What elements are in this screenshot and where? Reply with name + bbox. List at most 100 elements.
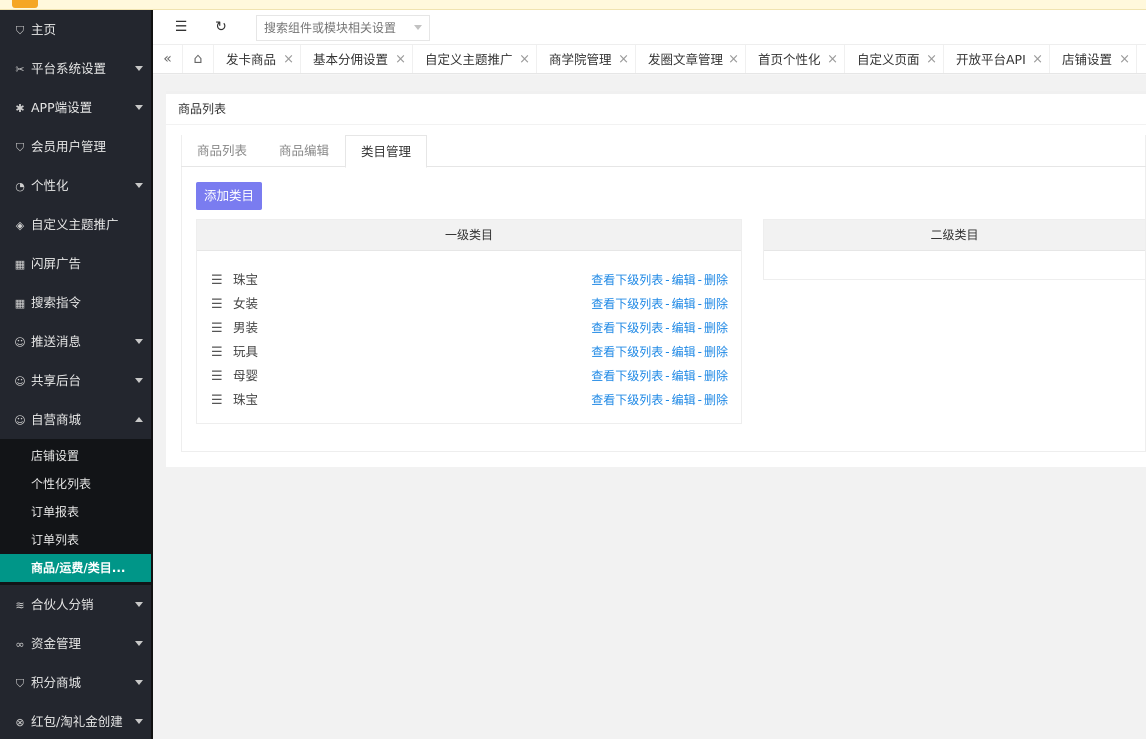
sidebar-subitem[interactable]: 订单列表 bbox=[0, 526, 151, 554]
edit-link[interactable]: 编辑 bbox=[672, 273, 696, 287]
tab-label: 店铺设置 bbox=[1062, 52, 1113, 67]
tab[interactable]: 开放平台API × bbox=[944, 45, 1050, 73]
drag-handle-icon[interactable]: ☰ bbox=[211, 365, 223, 389]
tab[interactable]: 商学院管理 × bbox=[537, 45, 636, 73]
view-children-link[interactable]: 查看下级列表 bbox=[591, 393, 663, 407]
delete-link[interactable]: 删除 bbox=[704, 273, 728, 287]
category-row: ☰ 珠宝 查看下级列表 - 编辑 - 删除 bbox=[197, 268, 741, 292]
sidebar-subitem[interactable]: 个性化列表 bbox=[0, 470, 151, 498]
separator: - bbox=[665, 345, 670, 359]
separator: - bbox=[697, 273, 702, 287]
edit-link[interactable]: 编辑 bbox=[672, 321, 696, 335]
edit-link[interactable]: 编辑 bbox=[672, 345, 696, 359]
sidebar-subitem[interactable]: 订单报表 bbox=[0, 498, 151, 526]
drag-handle-icon[interactable]: ☰ bbox=[211, 389, 223, 413]
sidebar-item-label: 搜索指令 bbox=[31, 295, 82, 310]
tab[interactable]: 店铺设置 × bbox=[1050, 45, 1137, 73]
tab[interactable]: 自定义主题推广 × bbox=[413, 45, 537, 73]
tab-label: 自定义主题推广 bbox=[425, 52, 513, 67]
double-chevron-left-icon[interactable]: « bbox=[153, 45, 183, 73]
separator: - bbox=[665, 393, 670, 407]
category-list: ☰ 珠宝 查看下级列表 - 编辑 - 删除 ☰ 女装 查看下级列表 - 编辑 - 删除 ☰ 男装 查看下级列表 -… bbox=[197, 251, 741, 412]
category-row: ☰ 珠宝 查看下级列表 - 编辑 - 删除 bbox=[197, 388, 741, 412]
drag-handle-icon[interactable]: ☰ bbox=[211, 269, 223, 293]
sidebar-item[interactable]: ✂ 平台系统设置 bbox=[0, 49, 151, 88]
delete-link[interactable]: 删除 bbox=[704, 369, 728, 383]
view-children-link[interactable]: 查看下级列表 bbox=[591, 345, 663, 359]
sidebar-item[interactable]: ▦ 搜索指令 bbox=[0, 283, 151, 322]
tab[interactable]: 发卡商品 × bbox=[214, 45, 301, 73]
sidebar-item[interactable]: ⛉ 主页 bbox=[0, 10, 151, 49]
tab-label: 基本分佣设置 bbox=[313, 52, 389, 67]
delete-link[interactable]: 删除 bbox=[704, 297, 728, 311]
sidebar-item[interactable]: ☺ 自营商城 bbox=[0, 400, 151, 439]
tab-label: 发圈文章管理 bbox=[648, 52, 724, 67]
sidebar-subitem[interactable]: 商品/运费/类目... bbox=[0, 554, 151, 582]
sidebar-item[interactable]: ≋ 合伙人分销 bbox=[0, 585, 151, 624]
view-children-link[interactable]: 查看下级列表 bbox=[591, 273, 663, 287]
sidebar-item-label: 自定义主题推广 bbox=[31, 217, 119, 232]
tab[interactable]: 发圈文章管理 × bbox=[636, 45, 746, 73]
close-icon[interactable]: × bbox=[1119, 45, 1130, 73]
edit-link[interactable]: 编辑 bbox=[672, 393, 696, 407]
sidebar-item[interactable]: ⛉ 积分商城 bbox=[0, 663, 151, 702]
drag-handle-icon[interactable]: ☰ bbox=[211, 293, 223, 317]
category-name: 玩具 bbox=[233, 344, 259, 359]
sidebar-item[interactable]: ☺ 推送消息 bbox=[0, 322, 151, 361]
sidebar-item[interactable]: ∞ 资金管理 bbox=[0, 624, 151, 663]
subtab[interactable]: 商品列表 bbox=[181, 135, 263, 167]
close-icon[interactable]: × bbox=[827, 45, 838, 73]
sidebar-item[interactable]: ◈ 自定义主题推广 bbox=[0, 205, 151, 244]
delete-link[interactable]: 删除 bbox=[704, 393, 728, 407]
drag-handle-icon[interactable]: ☰ bbox=[211, 341, 223, 365]
tab-label: 商学院管理 bbox=[549, 52, 612, 67]
sidebar-item[interactable]: ✱ APP端设置 bbox=[0, 88, 151, 127]
close-icon[interactable]: × bbox=[1032, 45, 1043, 73]
main-content: 商品列表 商品列表 商品编辑 类目管理 添加类目 一级类目 ☰ 珠宝 查看下级列表 - 编辑… bbox=[153, 75, 1146, 739]
menu-toggle-icon[interactable]: ☰ bbox=[172, 18, 190, 36]
edit-link[interactable]: 编辑 bbox=[672, 369, 696, 383]
separator: - bbox=[697, 321, 702, 335]
sidebar-item-label: 会员用户管理 bbox=[31, 139, 107, 154]
tab[interactable]: 首页个性化 × bbox=[746, 45, 845, 73]
close-icon[interactable]: × bbox=[926, 45, 937, 73]
close-icon[interactable]: × bbox=[283, 45, 294, 73]
delete-link[interactable]: 删除 bbox=[704, 321, 728, 335]
close-icon[interactable]: × bbox=[395, 45, 406, 73]
view-children-link[interactable]: 查看下级列表 bbox=[591, 297, 663, 311]
subtab[interactable]: 商品编辑 bbox=[263, 135, 345, 167]
close-icon[interactable]: × bbox=[728, 45, 739, 73]
tab[interactable]: 基本分佣设置 × bbox=[301, 45, 413, 73]
sidebar-item[interactable]: ▦ 闪屏广告 bbox=[0, 244, 151, 283]
home-icon[interactable]: ⌂ bbox=[183, 45, 214, 73]
category-name: 男装 bbox=[233, 320, 259, 335]
sidebar-item[interactable]: ☺ 共享后台 bbox=[0, 361, 151, 400]
sidebar-item-label: 个性化 bbox=[31, 178, 69, 193]
close-icon[interactable]: × bbox=[519, 45, 530, 73]
sidebar-item[interactable]: ◔ 个性化 bbox=[0, 166, 151, 205]
view-children-link[interactable]: 查看下级列表 bbox=[591, 369, 663, 383]
tab-label: 发卡商品 bbox=[226, 52, 277, 67]
chevron-down-icon[interactable] bbox=[414, 25, 422, 30]
close-icon[interactable]: × bbox=[618, 45, 629, 73]
sidebar-subitem[interactable]: 店铺设置 bbox=[0, 442, 151, 470]
chevron-down-icon bbox=[135, 719, 143, 724]
refresh-icon[interactable]: ↻ bbox=[212, 18, 230, 36]
category-actions: 查看下级列表 - 编辑 - 删除 bbox=[591, 364, 728, 388]
product-card: 商品列表 商品列表 商品编辑 类目管理 添加类目 一级类目 ☰ 珠宝 查看下级列表 - 编辑… bbox=[166, 91, 1146, 467]
sidebar-item[interactable]: ⛉ 会员用户管理 bbox=[0, 127, 151, 166]
level2-title: 二级类目 bbox=[764, 220, 1145, 251]
sidebar-item-label: 共享后台 bbox=[31, 373, 82, 388]
view-children-link[interactable]: 查看下级列表 bbox=[591, 321, 663, 335]
tab[interactable]: 自定义页面 × bbox=[845, 45, 944, 73]
drag-handle-icon[interactable]: ☰ bbox=[211, 317, 223, 341]
subtab[interactable]: 类目管理 bbox=[345, 135, 427, 168]
delete-link[interactable]: 删除 bbox=[704, 345, 728, 359]
search-input[interactable] bbox=[256, 15, 430, 41]
add-category-button[interactable]: 添加类目 bbox=[196, 182, 262, 210]
chevron-down-icon bbox=[135, 105, 143, 110]
edit-link[interactable]: 编辑 bbox=[672, 297, 696, 311]
chevron-down-icon bbox=[135, 641, 143, 646]
sidebar-item[interactable]: ⊗ 红包/淘礼金创建 bbox=[0, 702, 151, 739]
tab-label: 自定义页面 bbox=[857, 52, 920, 67]
